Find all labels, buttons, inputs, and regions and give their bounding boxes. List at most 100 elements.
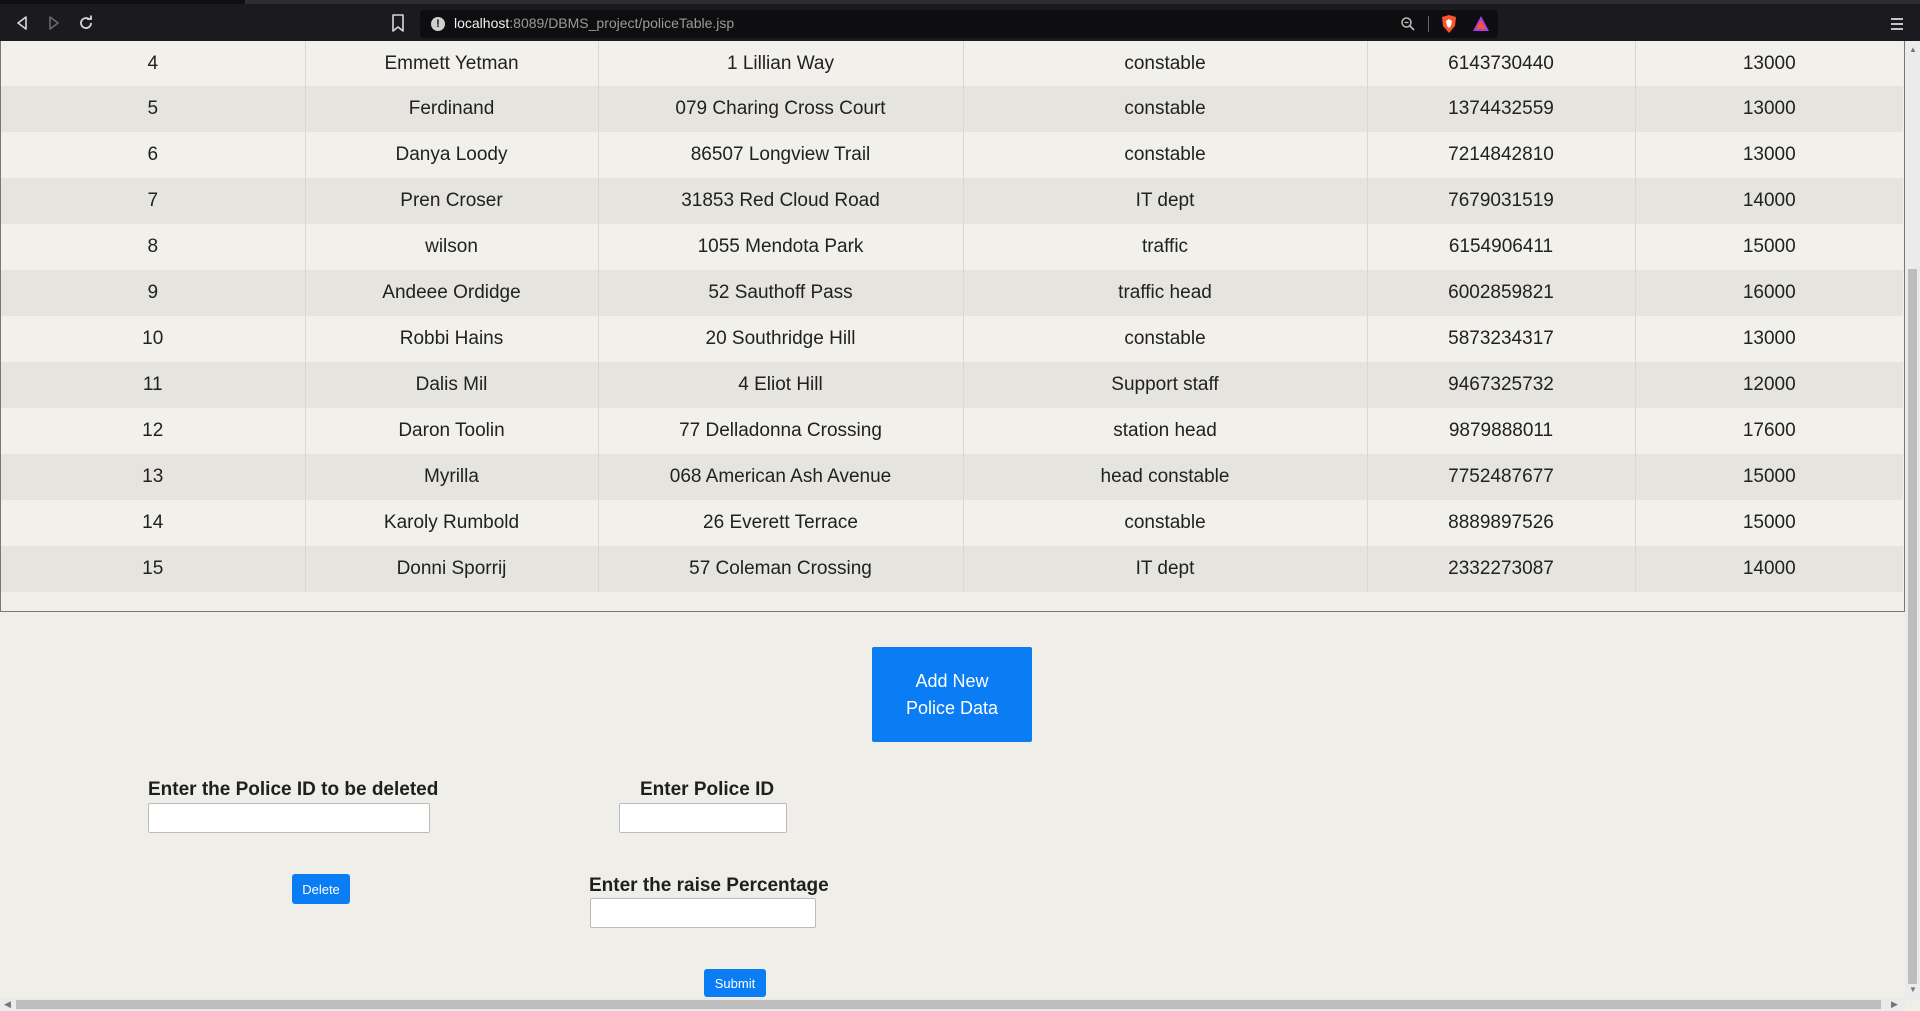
cell-name: Myrilla — [305, 454, 599, 500]
back-icon[interactable] — [7, 8, 37, 38]
cell-designation: station head — [963, 408, 1368, 454]
cell-phone: 6002859821 — [1367, 270, 1636, 316]
cell-phone: 9879888011 — [1367, 408, 1636, 454]
cell-salary: 17600 — [1635, 408, 1903, 454]
raise-police-id-input[interactable] — [619, 803, 787, 833]
scroll-right-icon[interactable]: ▶ — [1891, 999, 1898, 1010]
menu-icon[interactable] — [1888, 13, 1906, 35]
address-bar[interactable]: ! localhost:8089/DBMS_project/policeTabl… — [420, 10, 1498, 38]
cell-designation: constable — [963, 500, 1368, 546]
cell-name: Danya Loody — [305, 132, 599, 178]
table-row: 15 Donni Sporrij 57 Coleman Crossing IT dep… — [1, 546, 1903, 592]
scroll-up-icon[interactable]: ▲ — [1909, 45, 1917, 54]
cell-salary: 15000 — [1635, 500, 1903, 546]
cell-phone: 5873234317 — [1367, 316, 1636, 362]
cell-salary: 16000 — [1635, 270, 1903, 316]
cell-id: 12 — [1, 408, 306, 454]
cell-salary: 13000 — [1635, 41, 1903, 86]
cell-name: Ferdinand — [305, 86, 599, 132]
add-button-label-line2: Police Data — [905, 697, 999, 718]
table-row: 10 Robbi Hains 20 Southridge Hill constable… — [1, 316, 1903, 362]
cell-name: Karoly Rumbold — [305, 500, 599, 546]
police-table-body: 4 Emmett Yetman 1 Lillian Way constable 6143… — [1, 41, 1903, 592]
cell-name: Pren Croser — [305, 178, 599, 224]
delete-button[interactable]: Delete — [292, 874, 350, 904]
table-row: 8 wilson 1055 Mendota Park traffic 615490641… — [1, 224, 1903, 270]
scroll-left-icon[interactable]: ◀ — [4, 999, 11, 1010]
reload-icon[interactable] — [71, 8, 101, 38]
cell-phone: 9467325732 — [1367, 362, 1636, 408]
browser-toolbar: ! localhost:8089/DBMS_project/policeTabl… — [0, 0, 1920, 41]
cell-name: Daron Toolin — [305, 408, 599, 454]
cell-designation: Support staff — [963, 362, 1368, 408]
scroll-down-icon[interactable]: ▼ — [1909, 985, 1917, 994]
cell-designation: IT dept — [963, 546, 1368, 592]
cell-address: 52 Sauthoff Pass — [598, 270, 964, 316]
add-new-police-data-button[interactable]: Add New Police Data — [872, 647, 1032, 742]
cell-salary: 15000 — [1635, 454, 1903, 500]
cell-address: 20 Southridge Hill — [598, 316, 964, 362]
cell-phone: 6143730440 — [1367, 41, 1636, 86]
cell-address: 068 American Ash Avenue — [598, 454, 964, 500]
raise-percentage-input[interactable] — [590, 898, 816, 928]
cell-salary: 15000 — [1635, 224, 1903, 270]
divider — [1428, 16, 1429, 32]
cell-id: 5 — [1, 86, 306, 132]
active-tab-indicator — [0, 0, 245, 4]
cell-name: Robbi Hains — [305, 316, 599, 362]
zoom-icon[interactable] — [1400, 16, 1416, 32]
vertical-scrollbar[interactable]: ▲ ▼ — [1905, 41, 1920, 1000]
cell-phone: 2332273087 — [1367, 546, 1636, 592]
forward-icon[interactable] — [39, 8, 69, 38]
cell-id: 6 — [1, 132, 306, 178]
cell-designation: constable — [963, 132, 1368, 178]
vertical-scroll-thumb[interactable] — [1908, 269, 1917, 984]
police-table-container: 4 Emmett Yetman 1 Lillian Way constable 6143… — [0, 41, 1905, 612]
cell-address: 57 Coleman Crossing — [598, 546, 964, 592]
add-button-label: Add New Police Data — [906, 668, 998, 722]
cell-salary: 14000 — [1635, 546, 1903, 592]
cell-name: wilson — [305, 224, 599, 270]
cell-salary: 14000 — [1635, 178, 1903, 224]
cell-phone: 6154906411 — [1367, 224, 1636, 270]
cell-id: 15 — [1, 546, 306, 592]
cell-salary: 13000 — [1635, 316, 1903, 362]
table-row: 14 Karoly Rumbold 26 Everett Terrace consta… — [1, 500, 1903, 546]
brave-rewards-icon[interactable] — [1472, 15, 1490, 33]
table-row: 4 Emmett Yetman 1 Lillian Way constable 6143… — [1, 41, 1903, 86]
cell-id: 10 — [1, 316, 306, 362]
site-info-icon[interactable]: ! — [431, 17, 445, 31]
brave-shield-icon[interactable] — [1440, 14, 1458, 34]
police-table: 4 Emmett Yetman 1 Lillian Way constable 6143… — [1, 41, 1903, 592]
delete-id-label: Enter the Police ID to be deleted — [148, 779, 439, 800]
cell-salary: 13000 — [1635, 86, 1903, 132]
cell-address: 1055 Mendota Park — [598, 224, 964, 270]
delete-id-input[interactable] — [148, 803, 430, 833]
cell-phone: 1374432559 — [1367, 86, 1636, 132]
table-row: 13 Myrilla 068 American Ash Avenue head con… — [1, 454, 1903, 500]
bookmark-icon[interactable] — [387, 11, 409, 35]
cell-name: Andeee Ordidge — [305, 270, 599, 316]
table-row: 11 Dalis Mil 4 Eliot Hill Support staff 9467… — [1, 362, 1903, 408]
cell-name: Donni Sporrij — [305, 546, 599, 592]
cell-id: 14 — [1, 500, 306, 546]
url-text[interactable]: localhost:8089/DBMS_project/policeTable.… — [454, 15, 734, 31]
horizontal-scrollbar[interactable]: ◀ ▶ — [0, 998, 1905, 1011]
cell-designation: traffic — [963, 224, 1368, 270]
cell-designation: constable — [963, 41, 1368, 86]
raise-police-id-label: Enter Police ID — [640, 779, 775, 800]
url-path: :8089/DBMS_project/policeTable.jsp — [509, 15, 735, 31]
add-button-label-line1: Add New — [915, 670, 989, 691]
horizontal-scroll-thumb[interactable] — [16, 1000, 1881, 1009]
cell-id: 8 — [1, 224, 306, 270]
cell-salary: 13000 — [1635, 132, 1903, 178]
submit-button[interactable]: Submit — [704, 969, 766, 997]
cell-id: 13 — [1, 454, 306, 500]
raise-percentage-label: Enter the raise Percentage — [589, 875, 829, 896]
cell-address: 86507 Longview Trail — [598, 132, 964, 178]
cell-name: Dalis Mil — [305, 362, 599, 408]
cell-address: 4 Eliot Hill — [598, 362, 964, 408]
cell-phone: 8889897526 — [1367, 500, 1636, 546]
url-host: localhost — [454, 15, 510, 31]
cell-designation: traffic head — [963, 270, 1368, 316]
